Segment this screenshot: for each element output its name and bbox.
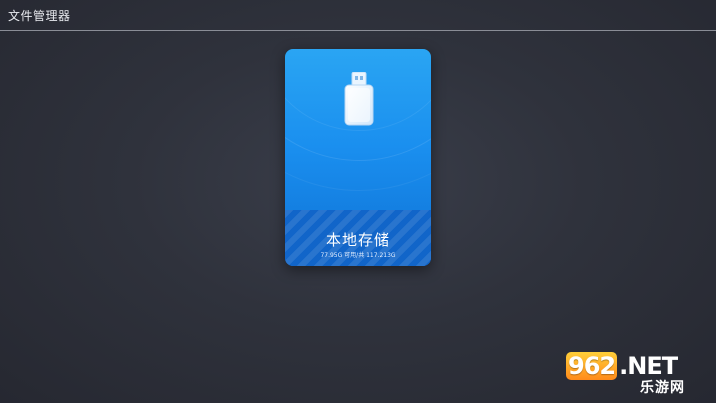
storage-title: 本地存储	[325, 231, 390, 249]
watermark-subtitle: 乐游网	[640, 380, 685, 396]
storage-capacity: 77.95G 可用/共 117.213G	[320, 252, 396, 259]
usb-drive-icon	[344, 72, 374, 126]
watermark-wordmark: 962 .NET	[566, 352, 678, 380]
watermark-suffix: .NET	[619, 352, 678, 380]
app-title: 文件管理器	[8, 9, 71, 23]
top-bar: 文件管理器	[0, 0, 716, 31]
watermark-number: 962	[566, 352, 618, 380]
local-storage-card[interactable]: 本地存储 77.95G 可用/共 117.213G	[285, 49, 431, 266]
watermark-logo: 962 .NET 乐游网	[566, 352, 712, 399]
